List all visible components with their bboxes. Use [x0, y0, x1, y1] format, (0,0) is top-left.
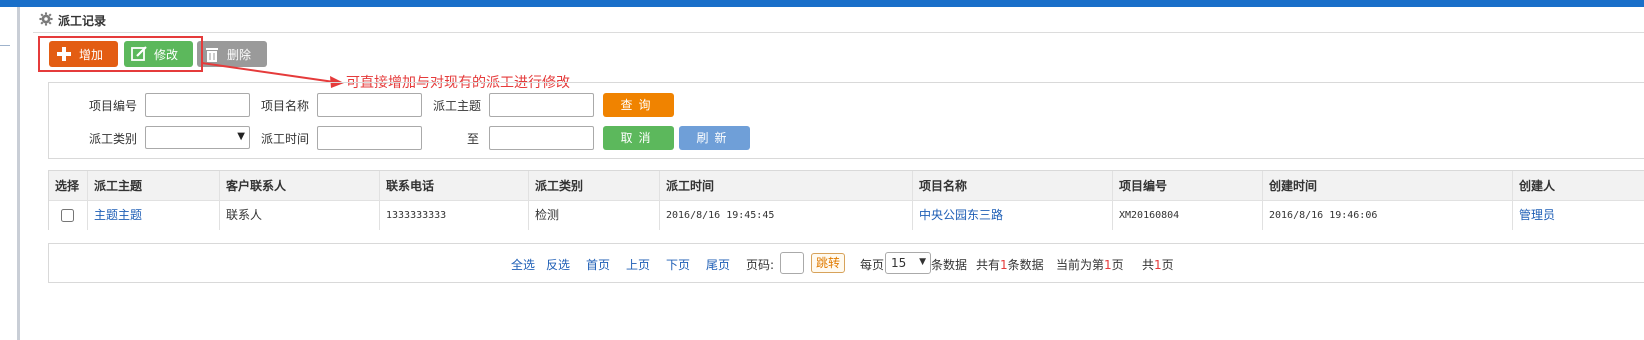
type-label: 派工类别	[89, 132, 138, 146]
col-header-project-no[interactable]: 项目编号	[1112, 171, 1262, 201]
page-number-input[interactable]	[780, 252, 804, 274]
pages-prefix: 共	[1142, 258, 1155, 272]
time-to-input[interactable]	[489, 126, 594, 150]
per-page-select[interactable]: 15 ▼	[885, 252, 931, 274]
dropdown-arrow-icon: ▼	[919, 257, 926, 267]
type-select[interactable]: ▼	[145, 126, 250, 149]
select-all-link[interactable]: 全选	[511, 256, 535, 273]
next-page-link[interactable]: 下页	[666, 256, 690, 273]
panel-header: 派工记录	[33, 8, 1644, 33]
total-suffix: 条数据	[1007, 258, 1044, 272]
col-header-creator[interactable]: 创建人	[1512, 171, 1644, 201]
jump-button[interactable]: 跳转	[811, 253, 846, 273]
row-type: 检测	[528, 201, 659, 230]
current-page-number: 1	[1104, 258, 1112, 272]
gear-icon	[39, 12, 53, 26]
per-page-value: 15	[891, 256, 907, 270]
per-page-prefix: 每页	[860, 258, 885, 272]
subject-input[interactable]	[489, 93, 594, 117]
rail-tick	[0, 45, 10, 46]
highlight-box	[38, 36, 203, 72]
time-from-input[interactable]	[317, 126, 422, 150]
prev-page-link[interactable]: 上页	[626, 256, 650, 273]
col-header-subject[interactable]: 派工主题	[87, 171, 219, 201]
col-header-created[interactable]: 创建时间	[1262, 171, 1512, 201]
data-table: 选择 派工主题 客户联系人 联系电话 派工类别 派工时间 项目名称 项目编号 创…	[48, 170, 1644, 230]
project-no-label: 项目编号	[89, 99, 138, 113]
page-number-label: 页码:	[746, 258, 775, 272]
total-prefix: 共有	[976, 258, 1001, 272]
panel-title: 派工记录	[58, 14, 107, 28]
current-suffix: 页	[1111, 258, 1124, 272]
table-header: 选择 派工主题 客户联系人 联系电话 派工类别 派工时间 项目名称 项目编号 创…	[49, 171, 1644, 201]
cancel-button[interactable]: 取消	[603, 126, 674, 150]
refresh-button[interactable]: 刷新	[679, 126, 750, 150]
row-phone: 1333333333	[379, 201, 528, 230]
to-label: 至	[467, 132, 480, 146]
total-pages-count: 1	[1154, 258, 1162, 272]
current-page-info: 当前为第1页	[1056, 256, 1124, 273]
time-label: 派工时间	[261, 132, 310, 146]
col-header-phone[interactable]: 联系电话	[379, 171, 528, 201]
current-prefix: 当前为第	[1056, 258, 1105, 272]
row-subject-link[interactable]: 主题主题	[87, 201, 219, 230]
project-name-label: 项目名称	[261, 99, 310, 113]
pagination-bar: 全选 反选 首页 上页 下页 尾页 页码: 跳转 每页 15 ▼ 条数据 共有1…	[48, 243, 1644, 283]
total-count: 1	[1000, 258, 1008, 272]
pages-suffix: 页	[1161, 258, 1174, 272]
table-row[interactable]: 主题主题 联系人 1333333333 检测 2016/8/16 19:45:4…	[49, 201, 1644, 230]
left-rail	[0, 7, 20, 340]
row-creator-link[interactable]: 管理员	[1512, 201, 1644, 230]
row-time: 2016/8/16 19:45:45	[659, 201, 912, 230]
row-select-cell	[49, 201, 87, 230]
row-project-no: XM20160804	[1112, 201, 1262, 230]
col-header-time[interactable]: 派工时间	[659, 171, 912, 201]
col-header-contact[interactable]: 客户联系人	[219, 171, 379, 201]
row-checkbox[interactable]	[61, 209, 74, 222]
total-records: 共有1条数据	[976, 256, 1044, 273]
last-page-link[interactable]: 尾页	[706, 256, 730, 273]
row-created: 2016/8/16 19:46:06	[1262, 201, 1512, 230]
dropdown-arrow-icon: ▼	[237, 131, 245, 142]
query-button[interactable]: 查询	[603, 93, 674, 117]
row-contact: 联系人	[219, 201, 379, 230]
first-page-link[interactable]: 首页	[586, 256, 610, 273]
top-accent-bar	[0, 0, 1644, 7]
total-pages-info: 共1页	[1142, 256, 1174, 273]
project-name-input[interactable]	[317, 93, 422, 117]
col-header-select: 选择	[55, 179, 80, 193]
project-no-input[interactable]	[145, 93, 250, 117]
invert-selection-link[interactable]: 反选	[546, 256, 570, 273]
search-panel: 项目编号 项目名称 派工主题 查询 派工类别 ▼ 派工时间 至 取消 刷新	[48, 82, 1644, 159]
col-header-project-name[interactable]: 项目名称	[912, 171, 1112, 201]
subject-label: 派工主题	[433, 99, 482, 113]
row-project-name-link[interactable]: 中央公园东三路	[912, 201, 1112, 230]
per-page-suffix: 条数据	[931, 258, 968, 272]
col-header-type[interactable]: 派工类别	[528, 171, 659, 201]
